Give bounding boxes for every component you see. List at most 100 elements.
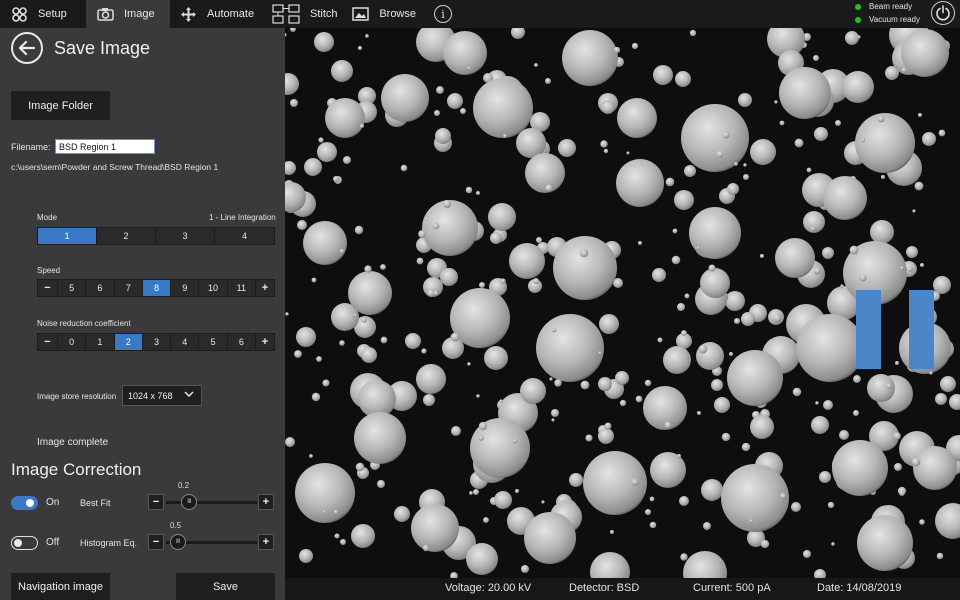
noise-decrease-button[interactable]: −	[38, 334, 58, 350]
noise-option-3[interactable]: 3	[143, 334, 172, 350]
tab-browse[interactable]: Browse	[342, 0, 426, 28]
powder-particle	[354, 225, 364, 235]
powder-particle	[598, 428, 614, 444]
powder-particle	[857, 35, 861, 39]
best-fit-slider-track[interactable]	[166, 501, 257, 504]
powder-particle	[936, 552, 944, 560]
histogram-value: 0.5	[170, 521, 182, 530]
powder-particle	[619, 399, 627, 407]
powder-particle	[749, 519, 753, 523]
powder-particle	[775, 238, 815, 278]
powder-particle	[938, 129, 946, 137]
status-bar: Voltage: 20.00 kV Detector: BSD Current:…	[285, 578, 960, 600]
histogram-slider-thumb[interactable]: III	[169, 534, 186, 550]
noise-option-0[interactable]: 0	[58, 334, 87, 350]
resolution-dropdown[interactable]: 1024 x 768	[122, 385, 202, 406]
powder-particle	[649, 496, 655, 502]
best-fit-slider-thumb[interactable]: III	[181, 494, 197, 510]
powder-particle	[698, 344, 708, 354]
powder-particle	[721, 464, 789, 532]
camera-icon	[96, 5, 114, 23]
powder-particle	[318, 137, 324, 143]
powder-particle	[365, 34, 369, 38]
powder-particle	[532, 277, 540, 285]
status-indicators: Beam ready Vacuum ready	[855, 0, 920, 26]
sem-image-viewer[interactable]	[285, 28, 960, 578]
powder-particle	[451, 426, 461, 436]
speed-option-5[interactable]: 5	[58, 280, 87, 296]
powder-particle	[812, 54, 820, 62]
speed-increase-button[interactable]: +	[256, 280, 274, 296]
tab-stitch[interactable]: Stitch	[262, 0, 342, 28]
chevron-down-icon	[184, 391, 194, 397]
powder-particle	[421, 348, 427, 354]
best-fit-decrease-button[interactable]: −	[148, 494, 164, 510]
powder-particle	[832, 440, 888, 496]
powder-particle	[317, 142, 337, 162]
powder-particle	[711, 379, 723, 391]
image-folder-button[interactable]: Image Folder	[11, 91, 110, 120]
powder-particle	[603, 148, 609, 154]
powder-particle	[853, 375, 861, 383]
speed-decrease-button[interactable]: −	[38, 280, 58, 296]
powder-particle	[339, 248, 345, 254]
beam-ready-dot-icon	[855, 3, 861, 10]
powder-particle	[536, 237, 542, 243]
speed-option-9[interactable]: 9	[171, 280, 200, 296]
powder-particle	[473, 78, 533, 138]
speed-option-6[interactable]: 6	[86, 280, 115, 296]
back-button[interactable]	[11, 32, 43, 64]
speed-option-10[interactable]: 10	[199, 280, 228, 296]
powder-particle	[644, 508, 652, 516]
detector-readout: Detector: BSD	[569, 582, 640, 594]
speed-option-7[interactable]: 7	[115, 280, 143, 296]
histogram-increase-button[interactable]: +	[258, 534, 274, 550]
powder-particle	[285, 312, 289, 316]
histogram-toggle[interactable]	[11, 536, 38, 550]
powder-particle	[290, 99, 298, 107]
powder-particle	[285, 437, 295, 447]
powder-particle	[877, 115, 885, 123]
tab-setup[interactable]: Setup	[0, 0, 86, 28]
histogram-decrease-button[interactable]: −	[148, 534, 164, 550]
powder-particle	[870, 220, 894, 244]
noise-option-1[interactable]: 1	[86, 334, 115, 350]
save-image-panel: Save Image Image Folder Filename: c:\use…	[0, 28, 285, 600]
mode-option-1[interactable]: 1	[38, 228, 97, 244]
powder-particle	[671, 255, 681, 265]
best-fit-increase-button[interactable]: +	[258, 494, 274, 510]
save-button[interactable]: Save	[176, 573, 275, 600]
noise-option-2[interactable]: 2	[114, 334, 143, 350]
powder-particle	[311, 277, 317, 283]
tab-image[interactable]: Image	[86, 0, 170, 28]
power-button[interactable]	[931, 1, 955, 25]
powder-particle	[598, 351, 602, 355]
filename-input[interactable]	[55, 139, 155, 154]
powder-particle	[353, 313, 357, 317]
speed-option-11[interactable]: 11	[228, 280, 256, 296]
mode-option-4[interactable]: 4	[215, 228, 274, 244]
noise-option-4[interactable]: 4	[171, 334, 200, 350]
best-fit-toggle[interactable]	[11, 496, 38, 510]
speed-option-8[interactable]: 8	[142, 280, 172, 296]
tab-automate[interactable]: Automate	[170, 0, 262, 28]
powder-particle	[886, 383, 892, 389]
powder-particle	[562, 30, 618, 86]
powder-particle	[689, 207, 741, 259]
noise-increase-button[interactable]: +	[256, 334, 274, 350]
powder-particle	[727, 183, 739, 195]
info-icon[interactable]: i	[434, 5, 452, 23]
powder-particle	[681, 330, 687, 336]
noise-option-6[interactable]: 6	[228, 334, 256, 350]
noise-option-5[interactable]: 5	[199, 334, 228, 350]
powder-particle	[316, 356, 322, 362]
mode-option-3[interactable]: 3	[156, 228, 215, 244]
powder-particle	[476, 394, 480, 398]
powder-particle	[697, 411, 701, 415]
powder-particle	[680, 553, 688, 561]
powder-particle	[600, 140, 608, 148]
powder-particle	[741, 312, 755, 326]
mode-option-2[interactable]: 2	[97, 228, 156, 244]
powder-particle	[714, 397, 730, 413]
navigation-image-button[interactable]: Navigation image	[11, 573, 110, 600]
